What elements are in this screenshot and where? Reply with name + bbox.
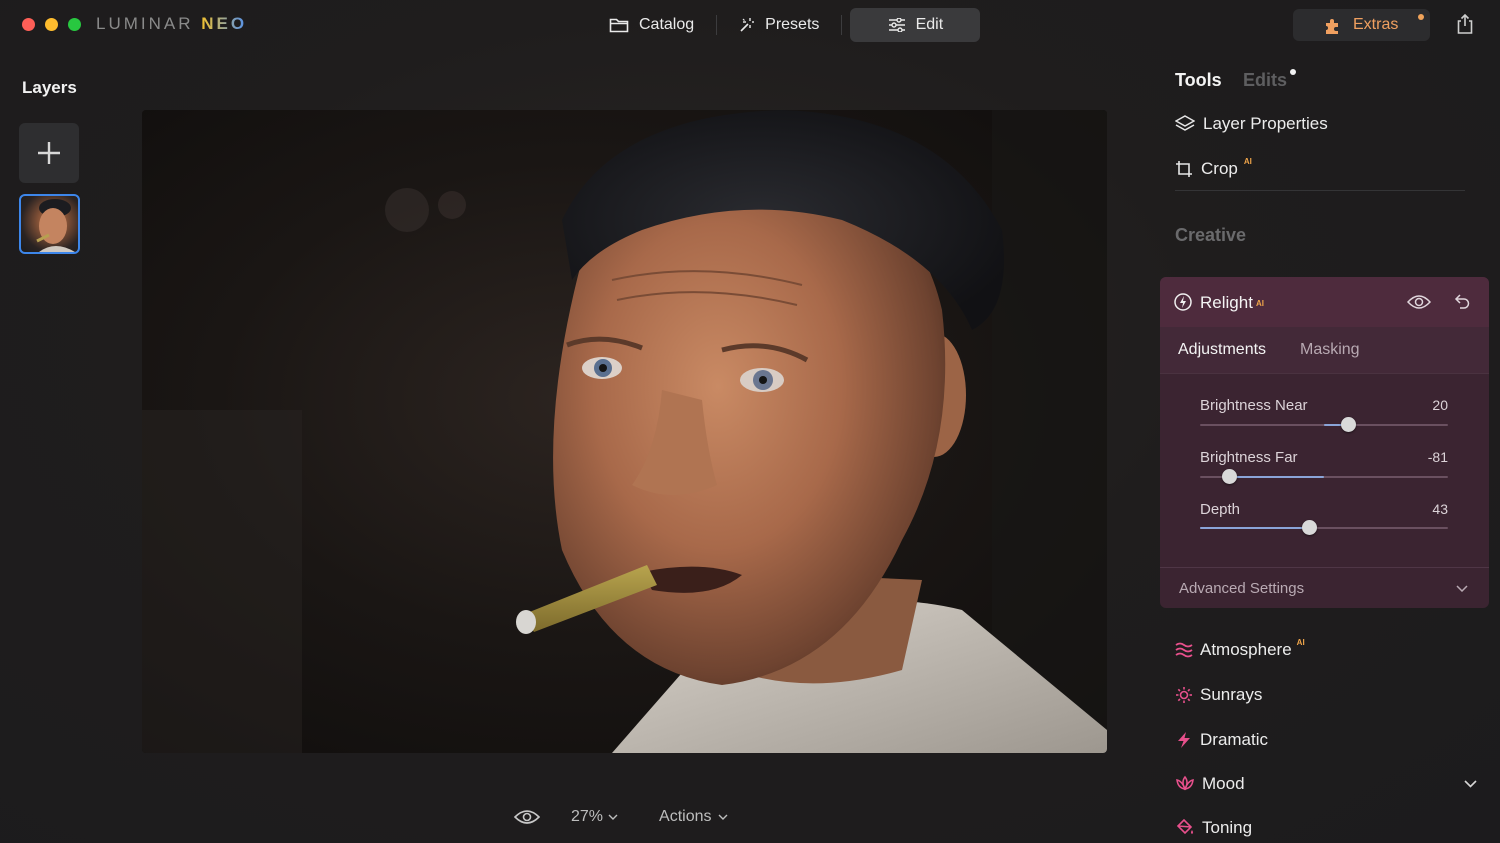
relight-title: Relight: [1200, 293, 1253, 312]
mood-expand-chevron-icon[interactable]: [1464, 780, 1477, 788]
minimize-window-button[interactable]: [45, 18, 58, 31]
lightning-icon: [1178, 732, 1190, 748]
slider-handle-depth[interactable]: [1302, 520, 1317, 535]
layer-properties-label: Layer Properties: [1203, 114, 1328, 133]
slider-label-brightness-far: Brightness Far: [1200, 449, 1298, 466]
ai-badge: AI: [1296, 637, 1305, 647]
tab-edits[interactable]: Edits: [1243, 70, 1287, 91]
tool-crop[interactable]: Crop AI: [1175, 156, 1252, 179]
nav-edit-label: Edit: [915, 16, 944, 33]
photo-canvas[interactable]: [142, 110, 1107, 753]
zoom-window-button[interactable]: [68, 18, 81, 31]
lotus-icon: [1176, 775, 1194, 791]
layer-thumbnail[interactable]: [19, 194, 80, 254]
sun-icon: [1176, 687, 1192, 703]
chevron-down-icon: [608, 814, 618, 820]
dramatic-label: Dramatic: [1200, 730, 1269, 749]
zoom-dropdown[interactable]: 27%: [571, 808, 618, 826]
nav-presets[interactable]: Presets: [717, 8, 841, 42]
share-icon: [1457, 13, 1473, 34]
ai-badge: AI: [1256, 299, 1264, 308]
sunrays-label: Sunrays: [1200, 685, 1263, 704]
section-creative: Creative: [1175, 225, 1247, 245]
layer-thumbnail-image: [36, 199, 75, 252]
actions-dropdown[interactable]: Actions: [659, 808, 727, 826]
app-logo: LUMINAR NEO: [96, 14, 247, 34]
share-button[interactable]: [1455, 13, 1475, 35]
relight-panel: Relight AI Adjustments Masking Brightnes…: [1160, 277, 1489, 608]
eye-icon: [514, 810, 540, 824]
tab-masking[interactable]: Masking: [1300, 341, 1360, 359]
zoom-value: 27%: [571, 808, 604, 825]
slider-value-brightness-far: -81: [1427, 449, 1448, 465]
nav-catalog-label: Catalog: [639, 16, 695, 33]
slider-handle-brightness-far[interactable]: [1222, 469, 1237, 484]
nav-edit[interactable]: Edit: [850, 8, 981, 42]
atmosphere-label: Atmosphere: [1200, 640, 1292, 659]
tab-tools[interactable]: Tools: [1175, 70, 1222, 91]
advanced-settings-label: Advanced Settings: [1179, 580, 1305, 597]
nav-divider: [841, 15, 843, 35]
preview-toggle[interactable]: [514, 809, 540, 825]
tool-mood[interactable]: Mood: [1175, 774, 1245, 794]
tool-toning[interactable]: Toning: [1175, 818, 1252, 838]
tool-layer-properties[interactable]: Layer Properties: [1175, 114, 1328, 134]
extras-notification-dot: [1418, 14, 1424, 20]
extras-label: Extras: [1353, 16, 1399, 33]
slider-fill-brightness-far: [1224, 476, 1324, 478]
tool-sunrays[interactable]: Sunrays: [1175, 685, 1262, 705]
paint-bucket-icon: [1176, 819, 1193, 835]
folder-icon: [609, 18, 629, 33]
reset-icon[interactable]: [1452, 293, 1470, 311]
add-layer-button[interactable]: [19, 123, 79, 183]
chevron-down-icon: [1456, 585, 1468, 592]
nav-catalog[interactable]: Catalog: [587, 8, 716, 42]
crop-label: Crop: [1201, 159, 1238, 178]
ai-badge: AI: [1243, 156, 1252, 166]
nav-presets-label: Presets: [765, 16, 820, 33]
slider-label-brightness-near: Brightness Near: [1200, 397, 1308, 414]
slider-value-depth: 43: [1432, 501, 1448, 517]
relight-icon: [1174, 293, 1192, 311]
plus-icon: [38, 142, 60, 164]
close-window-button[interactable]: [22, 18, 35, 31]
relight-tabs: Adjustments Masking: [1160, 327, 1489, 374]
portrait-photo: [142, 110, 1107, 753]
tab-adjustments[interactable]: Adjustments: [1178, 341, 1266, 359]
relight-header[interactable]: Relight AI: [1160, 277, 1489, 327]
toning-label: Toning: [1202, 818, 1253, 837]
actions-label: Actions: [659, 808, 712, 825]
slider-value-brightness-near: 20: [1432, 397, 1448, 413]
slider-label-depth: Depth: [1200, 501, 1241, 518]
sparkle-icon: [740, 18, 755, 32]
main-nav: Catalog Presets Edit: [587, 8, 981, 42]
visibility-eye-icon[interactable]: [1407, 294, 1431, 310]
chevron-down-icon: [718, 814, 727, 820]
tool-atmosphere[interactable]: Atmosphere AI: [1175, 637, 1305, 660]
section-divider: [1175, 190, 1465, 191]
slider-handle-brightness-near[interactable]: [1341, 417, 1356, 432]
puzzle-icon: [1326, 19, 1338, 34]
logo-text: LUMINAR: [96, 14, 194, 33]
layers-icon: [1175, 115, 1195, 131]
waves-icon: [1175, 642, 1193, 658]
mood-label: Mood: [1202, 774, 1245, 793]
extras-button[interactable]: Extras: [1293, 9, 1430, 41]
edits-indicator-dot: [1290, 69, 1296, 75]
layers-title: Layers: [22, 78, 77, 97]
slider-fill-depth: [1200, 527, 1303, 529]
sliders-icon: [888, 18, 905, 32]
tool-dramatic[interactable]: Dramatic: [1175, 730, 1268, 750]
crop-icon: [1176, 161, 1192, 177]
logo-accent: NEO: [201, 14, 248, 33]
bottom-toolbar: 27% Actions: [514, 806, 728, 828]
advanced-settings-toggle[interactable]: Advanced Settings: [1160, 567, 1489, 608]
